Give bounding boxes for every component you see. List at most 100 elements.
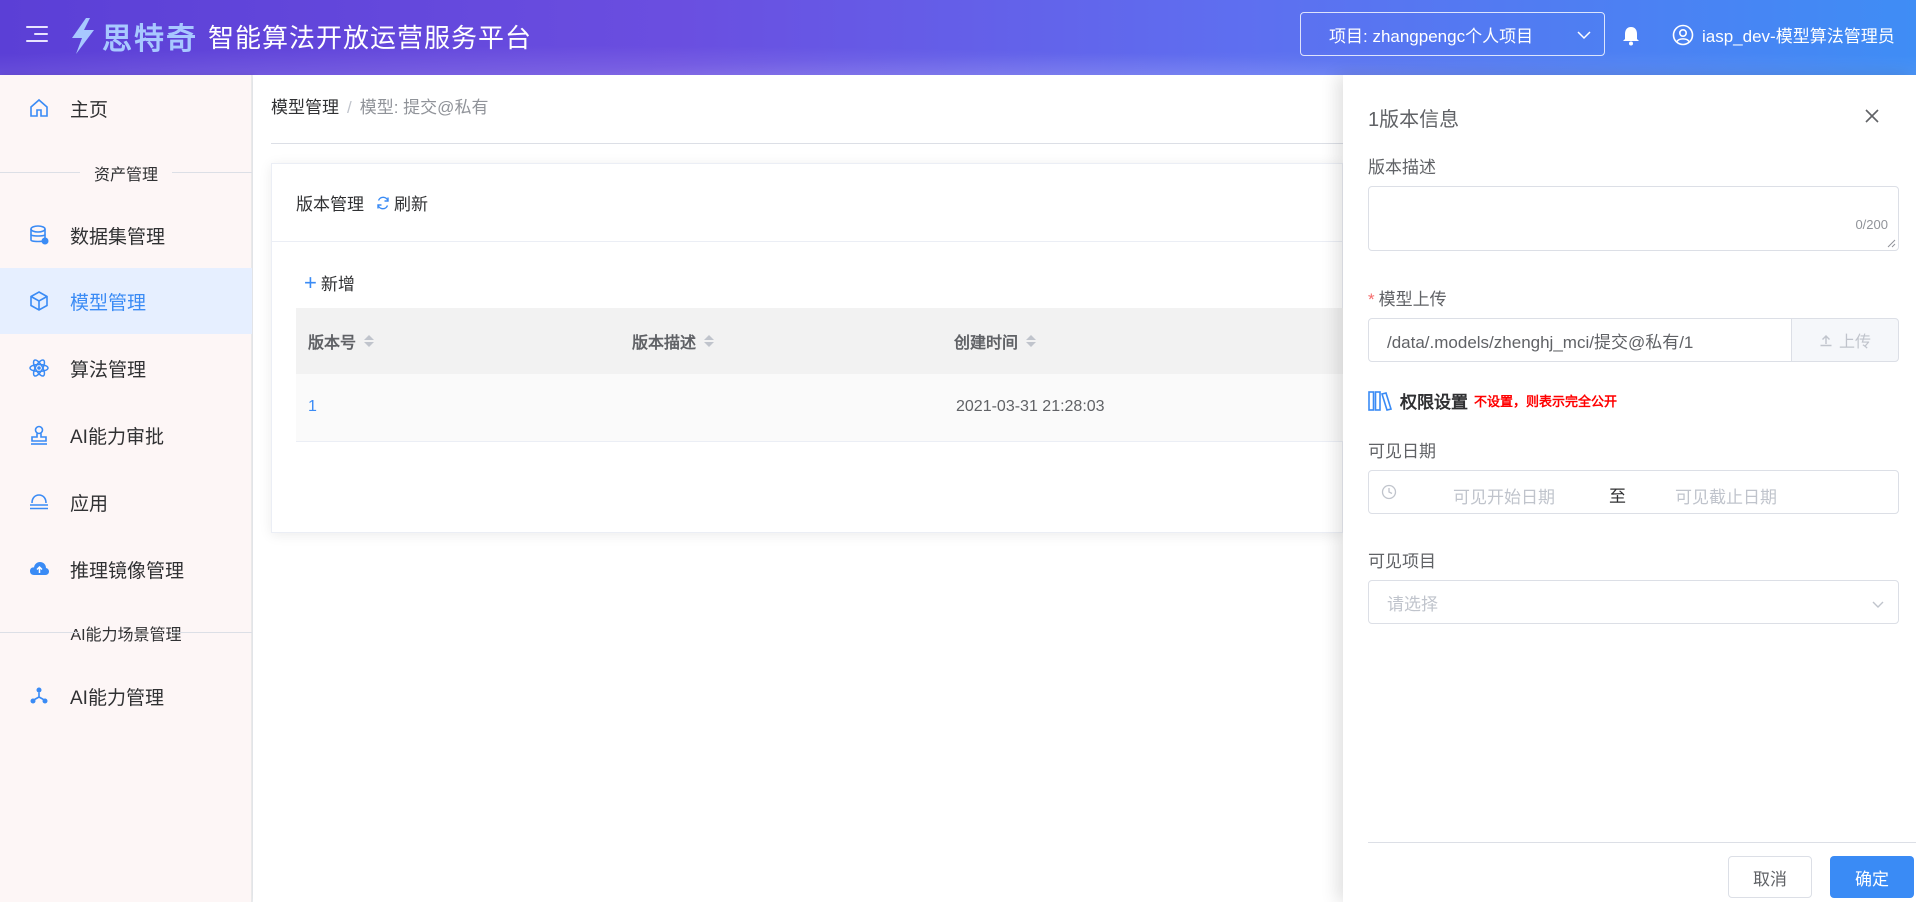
version-description-textarea[interactable]: 0/200 [1368,186,1899,251]
column-header-description[interactable]: 版本描述 [632,329,715,353]
version-card: 版本管理 刷新 + 新增 版本号 版本描述 创建时间 1 2021-03-31 … [271,163,1344,533]
breadcrumb-root[interactable]: 模型管理 [271,98,339,117]
permission-title: 权限设置 [1400,393,1468,412]
refresh-icon [377,196,389,209]
upload-button[interactable]: 上传 [1791,318,1899,362]
version-table: 版本号 版本描述 创建时间 1 2021-03-31 21:28:03 [296,308,1344,442]
created-time: 2021-03-31 21:28:03 [956,398,1105,415]
database-icon [30,225,49,245]
project-select[interactable]: 项目: zhangpengc个人项目 [1300,12,1605,56]
sidebar-item-apps[interactable]: 应用 [0,469,252,535]
version-info-drawer: 1版本信息 版本描述 0/200 * 模型上传 /data/.models/zhe… [1343,75,1916,902]
brand-name: 思特奇 [102,23,198,56]
cube-icon [30,291,48,311]
atom-icon [29,359,49,377]
sidebar-item-label: 主页 [70,99,109,121]
menu-toggle-icon[interactable] [26,26,48,46]
table-row[interactable]: 1 2021-03-31 21:28:03 [296,374,1344,442]
sidebar-item-ai-approval[interactable]: AI能力审批 [0,402,252,468]
sidebar-item-ai-capabilities[interactable]: AI能力管理 [0,663,252,729]
project-select-value: 项目: zhangpengc个人项目 [1329,26,1534,46]
visible-date-range[interactable]: 可见开始日期 至 可见截止日期 [1368,470,1899,514]
confirm-button[interactable]: 确定 [1830,856,1914,898]
platform-title: 智能算法开放运营服务平台 [208,22,533,53]
add-label: 新增 [320,275,355,294]
date-start-input[interactable]: 可见开始日期 [1453,483,1555,508]
project-label: 可见项目 [1368,552,1436,571]
user-name: iasp_dev-模型算法管理员 [1702,27,1895,46]
breadcrumb: 模型管理 / 模型: 提交@私有 [271,93,488,118]
logo-bolt-icon [72,18,94,54]
sort-icon[interactable] [704,335,715,347]
sidebar-item-label: 算法管理 [70,359,147,381]
sidebar-item-label: 应用 [70,493,109,515]
upload-path-input[interactable]: /data/.models/zhenghj_mci/提交@私有/1 [1368,318,1792,362]
column-header-created[interactable]: 创建时间 [954,329,1037,353]
chevron-down-icon [1872,601,1884,608]
version-link[interactable]: 1 [308,398,317,416]
clock-icon [1381,484,1397,500]
column-label: 版本号 [308,335,357,352]
upload-path: /data/.models/zhenghj_mci/提交@私有/1 [1387,332,1694,352]
network-icon [30,687,48,704]
user-menu[interactable]: iasp_dev-模型算法管理员 [1672,22,1895,47]
close-icon[interactable] [1861,105,1883,127]
project-placeholder: 请选择 [1387,594,1438,614]
main-content: 模型管理 / 模型: 提交@私有 版本管理 刷新 + 新增 版本号 版本描述 创… [253,75,1344,902]
sidebar-group-assets: 资产管理 [0,161,252,185]
logo: 思特奇 智能算法开放运营服务平台 [66,14,532,58]
sidebar-item-label: 模型管理 [70,292,147,314]
visible-project-select[interactable]: 请选择 [1368,580,1899,624]
date-separator: 至 [1609,487,1626,506]
permission-hint: 不设置，则表示完全公开 [1474,394,1618,409]
sidebar: 主页 资产管理 数据集管理 模型管理 算法管理 AI能力审批 应用 推理镜像管理… [0,75,252,902]
sort-icon[interactable] [1026,335,1037,347]
sidebar-item-label: 推理镜像管理 [70,560,185,582]
resize-handle-icon[interactable] [1886,238,1896,248]
chevron-down-icon [1577,31,1591,40]
upload-button-label: 上传 [1838,334,1871,351]
home-icon [30,98,48,117]
app-icon [30,494,48,510]
upload-label-wrap: * 模型上传 [1368,285,1447,310]
refresh-button[interactable]: 刷新 [376,190,428,215]
required-mark: * [1368,290,1375,309]
bell-icon[interactable] [1622,26,1640,46]
sidebar-item-inference-images[interactable]: 推理镜像管理 [0,536,252,602]
sidebar-item-datasets[interactable]: 数据集管理 [0,202,252,268]
stamp-icon [31,425,47,445]
divider [1368,842,1916,843]
sort-icon[interactable] [364,335,375,347]
plus-icon: + [304,269,317,295]
sidebar-item-label: AI能力管理 [70,687,164,709]
upload-label: 模型上传 [1378,290,1447,309]
cloud-upload-icon [30,562,49,575]
date-end-input[interactable]: 可见截止日期 [1675,483,1777,508]
desc-label: 版本描述 [1368,158,1436,177]
divider [271,143,1343,144]
top-header: 思特奇 智能算法开放运营服务平台 项目: zhangpengc个人项目 iasp… [0,0,1916,75]
date-label: 可见日期 [1368,442,1436,461]
books-icon [1368,390,1393,411]
sidebar-item-models[interactable]: 模型管理 [0,268,252,334]
column-label: 版本描述 [632,335,697,352]
card-title: 版本管理 [296,195,364,214]
refresh-label: 刷新 [394,195,428,214]
user-avatar-icon [1672,24,1694,45]
column-header-version[interactable]: 版本号 [308,329,375,353]
cancel-button[interactable]: 取消 [1728,856,1812,898]
card-header: 版本管理 刷新 [272,164,1342,242]
char-counter: 0/200 [1855,217,1888,232]
drawer-title: 1版本信息 [1368,109,1460,131]
column-label: 创建时间 [954,335,1019,352]
sidebar-item-label: AI能力审批 [70,426,164,448]
table-header: 版本号 版本描述 创建时间 [296,308,1344,374]
upload-icon [1820,335,1832,347]
sidebar-item-label: 数据集管理 [70,226,166,248]
sidebar-item-algorithms[interactable]: 算法管理 [0,335,252,401]
breadcrumb-separator: / [347,98,352,117]
sidebar-item-home[interactable]: 主页 [0,75,252,141]
add-version-button[interactable]: + 新增 [304,270,355,295]
sidebar-group-ai-scenes: AI能力场景管理 [0,621,252,645]
permission-section: 权限设置 不设置，则表示完全公开 [1368,388,1617,413]
